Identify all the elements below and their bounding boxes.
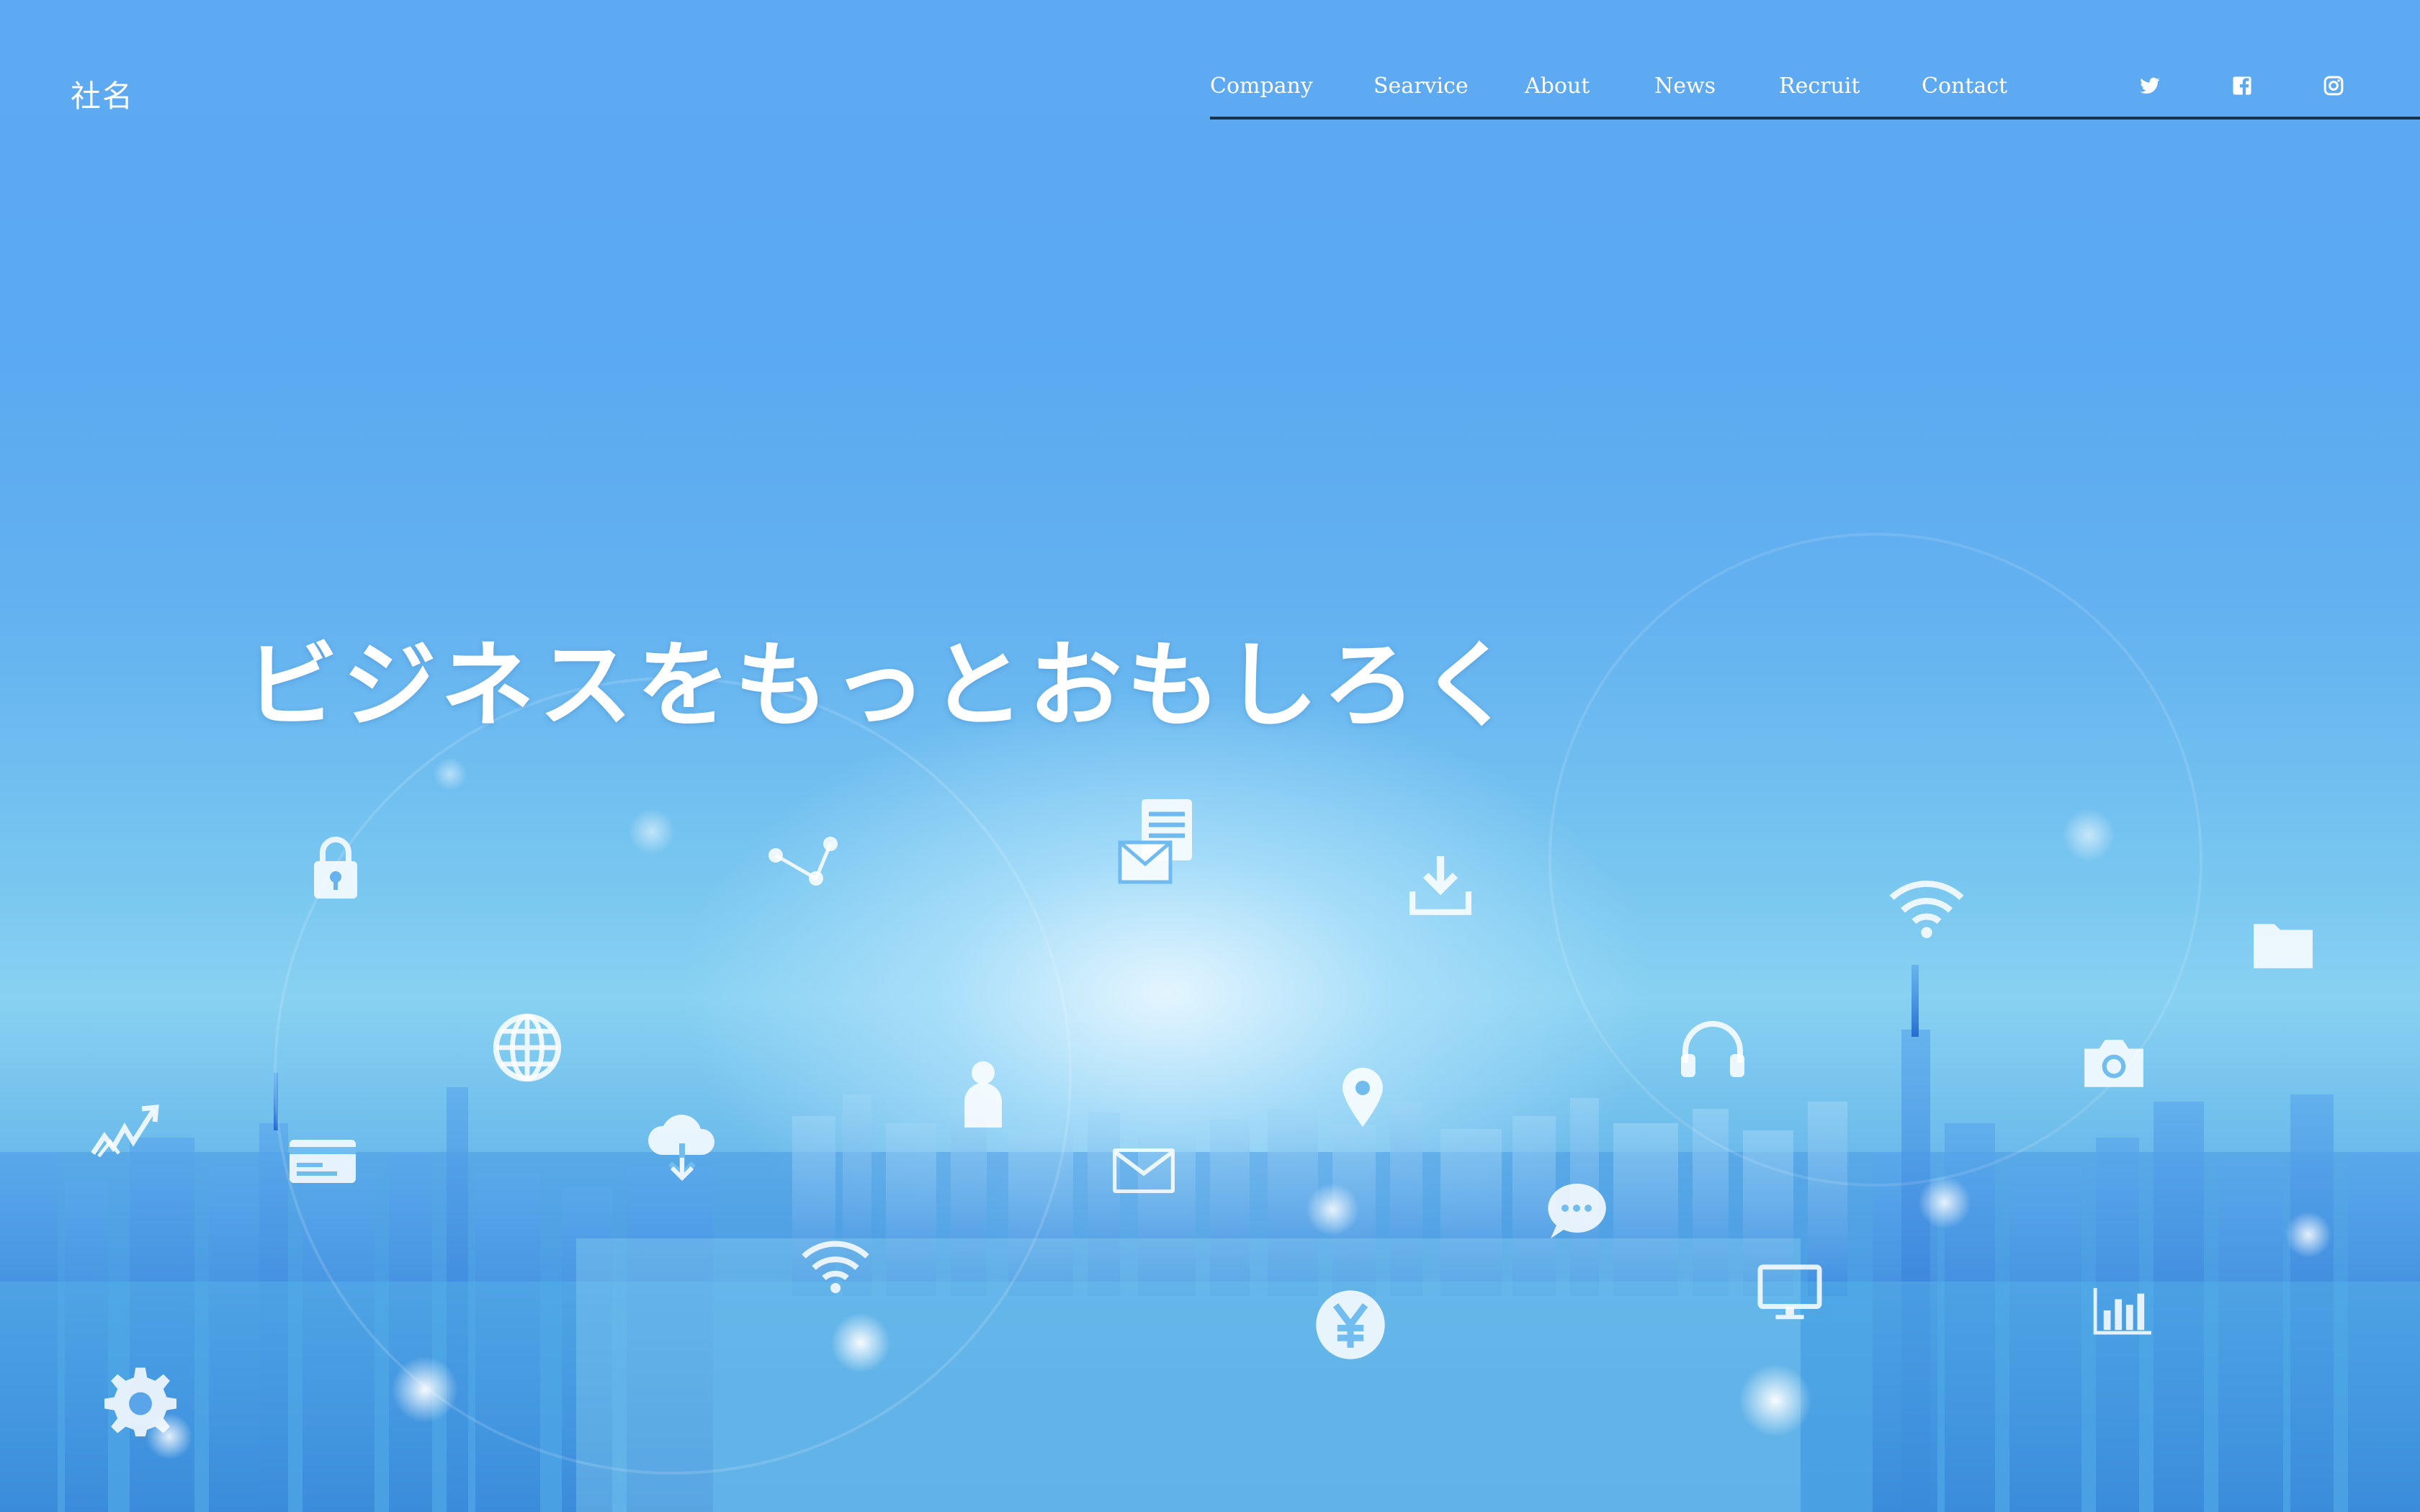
light-orb: [1304, 1181, 1361, 1238]
nav-service[interactable]: Searvice: [1373, 73, 1469, 99]
network-ring: [274, 677, 1072, 1475]
light-orb: [2283, 1210, 2334, 1260]
nav-recruit[interactable]: Recruit: [1779, 73, 1860, 99]
monitor-icon: [1757, 1264, 1822, 1321]
nav-contact[interactable]: Contact: [1922, 73, 2007, 99]
yen-icon: [1314, 1289, 1386, 1361]
location-pin-icon: [1340, 1066, 1386, 1130]
download-icon: [1408, 853, 1473, 918]
document-mail-icon: [1116, 796, 1196, 889]
chat-icon: [1545, 1181, 1608, 1241]
globe-icon: [491, 1012, 563, 1084]
main-nav: Company Searvice About News Recruit Cont…: [1210, 71, 2420, 120]
mail-icon: [1113, 1148, 1175, 1193]
instagram-icon[interactable]: [2323, 75, 2344, 96]
headphones-icon: [1678, 1019, 1747, 1081]
light-orb: [1736, 1361, 1815, 1440]
user-icon: [962, 1058, 1005, 1130]
nav-company[interactable]: Company: [1210, 73, 1313, 99]
cloud-download-icon: [645, 1109, 720, 1181]
folder-icon: [2251, 918, 2316, 971]
twitter-icon[interactable]: [2139, 75, 2161, 96]
nav-about[interactable]: About: [1525, 73, 1590, 99]
wifi-icon: [1887, 875, 1966, 940]
hero-headline: ビジネスをもっとおもしろく: [245, 630, 1519, 741]
id-card-icon: [288, 1138, 357, 1185]
wifi-icon: [799, 1235, 871, 1295]
share-icon: [767, 835, 839, 887]
camera-icon: [2081, 1037, 2146, 1090]
hero-background: [0, 0, 2420, 1512]
nav-news[interactable]: News: [1654, 73, 1716, 99]
bar-chart-icon: [2092, 1285, 2154, 1336]
lock-icon: [310, 835, 362, 901]
trend-chart-icon: [90, 1102, 162, 1159]
gear-icon: [104, 1364, 176, 1436]
company-logo[interactable]: 社名: [71, 72, 134, 116]
facebook-icon[interactable]: [2231, 75, 2253, 96]
